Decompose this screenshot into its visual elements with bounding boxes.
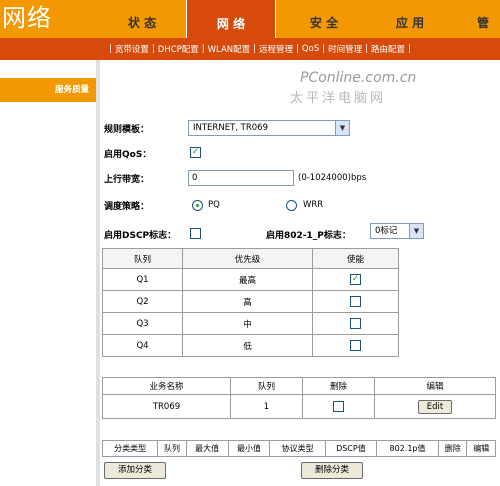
p8021-label: 启用802-1_P标志：: [266, 231, 351, 241]
uplink-bandwidth-input[interactable]: 0: [188, 170, 294, 186]
tab-apps[interactable]: 应 用: [370, 8, 450, 38]
policy-wrr-label: WRR: [303, 200, 324, 210]
column-header: 队列: [157, 440, 187, 457]
subnav-routing[interactable]: 路由配置: [371, 43, 405, 55]
tab-status[interactable]: 状 态: [100, 8, 184, 38]
column-header: 队列: [230, 377, 303, 395]
table-row: Q4 低: [102, 334, 399, 357]
subnav-wlan[interactable]: WLAN配置: [208, 43, 251, 55]
tab-network[interactable]: 网 络: [186, 0, 276, 38]
business-name-cell: TR069: [102, 394, 231, 419]
queue-enable-checkbox[interactable]: [350, 296, 361, 307]
queue-cell: Q2: [102, 290, 183, 313]
sidebar-divider: [96, 60, 100, 486]
dscp-label: 启用DSCP标志：: [104, 231, 177, 241]
add-class-button[interactable]: 添加分类: [104, 462, 166, 479]
priority-cell: 高: [182, 290, 313, 313]
rule-template-label: 规则模板：: [104, 125, 150, 135]
enable-qos-label: 启用QoS：: [104, 150, 152, 160]
table-header-row: 业务名称 队列 删除 编辑: [102, 377, 496, 395]
top-header: 网络 状 态 网 络 安 全 应 用 管: [0, 0, 500, 38]
column-header: 分类类型: [101, 440, 159, 457]
p8021-select[interactable]: 0标记 ▼: [370, 223, 424, 239]
chevron-down-icon: ▼: [409, 224, 423, 238]
subnav-remote[interactable]: 远程管理: [259, 43, 293, 55]
business-queue-cell: 1: [230, 394, 303, 419]
chevron-down-icon: ▼: [335, 121, 349, 135]
queue-cell: Q4: [102, 334, 183, 357]
column-header: 优先级: [182, 248, 313, 269]
table-row: Q3 中: [102, 312, 399, 335]
watermark-text: 太平洋电脑网: [290, 91, 387, 106]
column-header: 业务名称: [102, 377, 231, 395]
table-header-row: 分类类型 队列 最大值 最小值 协议类型 DSCP值 802.1p值 删除 编辑: [101, 440, 496, 457]
column-header: 协议类型: [269, 440, 326, 457]
subnav-time[interactable]: 时间管理: [328, 43, 362, 55]
table-row: Q2 高: [102, 290, 399, 313]
policy-wrr-radio[interactable]: [286, 200, 297, 211]
brand-title: 网络: [2, 4, 52, 32]
queue-enable-checkbox[interactable]: [350, 318, 361, 329]
priority-cell: 中: [182, 312, 313, 335]
rule-template-select[interactable]: INTERNET, TR069 ▼: [188, 120, 350, 136]
column-header: 802.1p值: [376, 440, 439, 457]
classification-table: 分类类型 队列 最大值 最小值 协议类型 DSCP值 802.1p值 删除 编辑: [101, 440, 496, 457]
queue-cell: Q3: [102, 312, 183, 335]
column-header: 编辑: [374, 377, 496, 395]
dscp-checkbox[interactable]: [190, 228, 201, 239]
column-header: 队列: [102, 248, 183, 269]
uplink-hint: (0-1024000)bps: [298, 173, 367, 183]
sidebar-item-qos[interactable]: 服务质量: [0, 78, 96, 102]
queue-enable-checkbox[interactable]: [350, 340, 361, 351]
watermark-logo: PConline.com.cn: [300, 70, 417, 86]
delete-class-button[interactable]: 删除分类: [301, 462, 363, 479]
column-header: 删除: [437, 440, 468, 457]
p8021-value: 0标记: [375, 226, 398, 236]
edit-button[interactable]: Edit: [417, 399, 453, 414]
policy-pq-radio[interactable]: [192, 200, 203, 211]
priority-cell: 最高: [182, 268, 313, 291]
uplink-label: 上行带宽：: [104, 175, 150, 185]
table-row: TR069 1 Edit: [102, 394, 496, 419]
queue-table: 队列 优先级 使能 Q1 最高 ✓ Q2 高 Q3 中 Q4 低: [102, 248, 399, 357]
policy-label: 调度策略：: [104, 202, 150, 212]
enable-qos-checkbox[interactable]: ✓: [190, 147, 201, 158]
column-header: 使能: [312, 248, 399, 269]
table-row: Q1 最高 ✓: [102, 268, 399, 291]
tab-security[interactable]: 安 全: [282, 8, 366, 38]
rule-template-value: INTERNET, TR069: [193, 123, 268, 133]
queue-cell: Q1: [102, 268, 183, 291]
priority-cell: 低: [182, 334, 313, 357]
column-header: 删除: [302, 377, 375, 395]
subnav-dhcp[interactable]: DHCP配置: [158, 43, 199, 55]
tab-manage[interactable]: 管: [466, 8, 500, 38]
queue-enable-checkbox[interactable]: ✓: [350, 274, 361, 285]
table-header-row: 队列 优先级 使能: [102, 248, 399, 269]
column-header: 编辑: [466, 440, 496, 457]
subnav-qos[interactable]: QoS: [302, 44, 319, 54]
policy-pq-label: PQ: [208, 200, 220, 210]
column-header: 最小值: [227, 440, 271, 457]
business-table: 业务名称 队列 删除 编辑 TR069 1 Edit: [102, 377, 496, 419]
column-header: DSCP值: [324, 440, 378, 457]
business-delete-checkbox[interactable]: [333, 401, 344, 412]
column-header: 最大值: [185, 440, 229, 457]
subnav-broadband[interactable]: 宽带设置: [115, 43, 149, 55]
sub-navigation: | 宽带设置 | DHCP配置 | WLAN配置 | 远程管理 | QoS | …: [0, 38, 500, 60]
left-sidebar: 服务质量: [0, 60, 96, 486]
